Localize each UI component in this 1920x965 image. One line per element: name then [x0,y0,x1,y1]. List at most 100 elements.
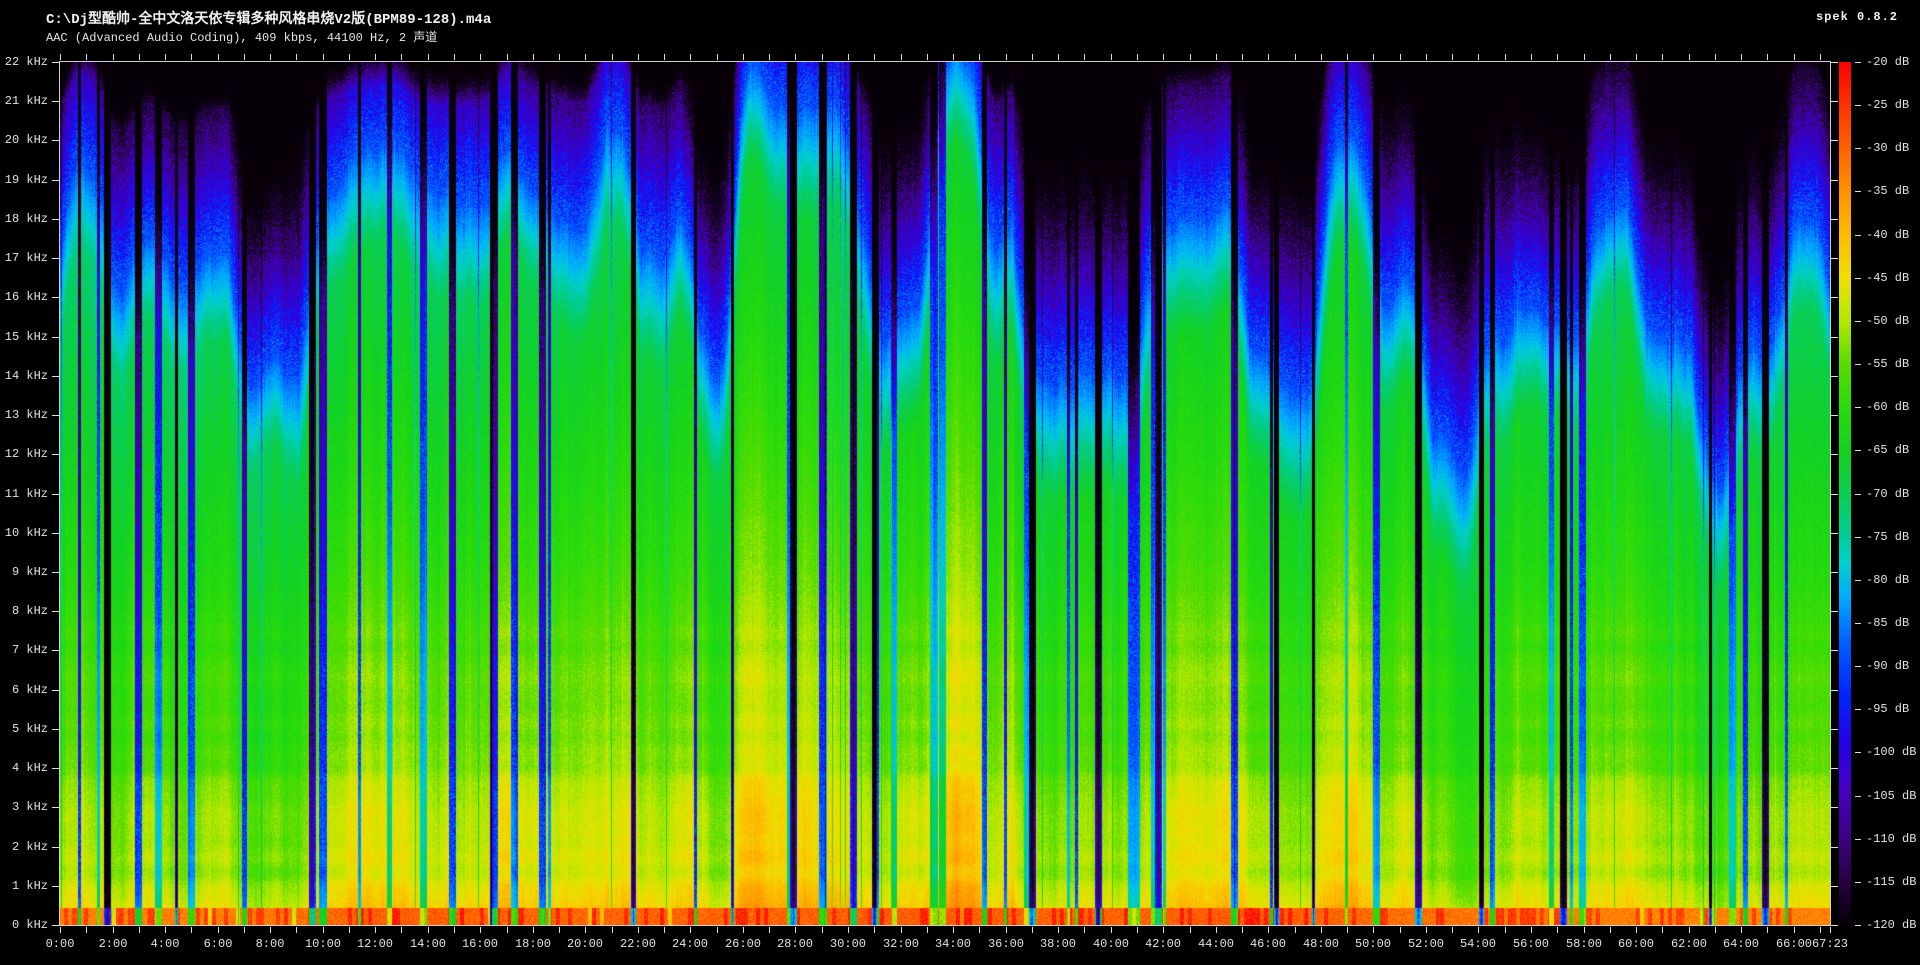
x-axis-label: 18:00 [507,937,559,951]
x-tick-mark-top [769,54,770,60]
x-tick-mark-top [1426,54,1427,60]
x-tick-mark [454,927,455,933]
x-tick-mark-top [86,54,87,60]
db-tick-mark [1855,623,1861,624]
y-tick-mark [52,847,59,848]
x-tick-mark [60,927,61,933]
x-tick-mark-top [927,54,928,60]
y-axis-label: 4 kHz [0,761,48,775]
db-scale-label: -115 dB [1866,875,1916,889]
x-tick-mark [769,927,770,933]
x-tick-mark-top [1794,54,1795,60]
y-tick-mark [52,219,59,220]
db-tick-mark [1855,796,1861,797]
y-axis-label: 11 kHz [0,487,48,501]
x-tick-mark [1452,927,1453,933]
x-tick-mark-top [1584,54,1585,60]
y-tick-mark [52,768,59,769]
y-tick-mark [52,729,59,730]
x-tick-mark-top [559,54,560,60]
db-scale-label: -35 dB [1866,184,1909,198]
x-tick-mark [1347,927,1348,933]
x-axis-label: 42:00 [1137,937,1189,951]
x-tick-mark [874,927,875,933]
x-tick-mark-top [690,54,691,60]
y-axis-label: 12 kHz [0,447,48,461]
db-tick-mark [1855,407,1861,408]
y-tick-mark [52,650,59,651]
x-tick-mark-top [1268,54,1269,60]
x-tick-mark [1295,927,1296,933]
db-scale-label: -70 dB [1866,487,1909,501]
x-tick-mark-top [507,54,508,60]
x-tick-mark [717,927,718,933]
db-scale-label: -60 dB [1866,400,1909,414]
x-tick-mark-top [822,54,823,60]
x-tick-mark [1137,927,1138,933]
x-tick-mark [1190,927,1191,933]
x-axis-label: 14:00 [402,937,454,951]
y-tick-mark [52,494,59,495]
x-axis-label: 32:00 [875,937,927,951]
x-tick-mark [1478,927,1479,933]
x-tick-mark-top [1058,54,1059,60]
x-tick-mark-top [901,54,902,60]
x-axis-label: 50:00 [1347,937,1399,951]
x-tick-mark [218,927,219,933]
x-tick-mark-top [717,54,718,60]
db-scale-label: -75 dB [1866,530,1909,544]
db-scale-label: -50 dB [1866,314,1909,328]
x-tick-mark-top [296,54,297,60]
db-scale-label: -90 dB [1866,659,1909,673]
db-scale-label: -65 dB [1866,443,1909,457]
y-axis-label: 7 kHz [0,643,48,657]
y-axis-label: 2 kHz [0,840,48,854]
y-axis-label: 5 kHz [0,722,48,736]
x-tick-mark-top [1347,54,1348,60]
y-axis-label: 9 kHz [0,565,48,579]
x-tick-mark-top [585,54,586,60]
y-tick-mark-right [1831,219,1838,220]
db-tick-mark [1855,709,1861,710]
x-tick-mark [428,927,429,933]
y-axis-label: 17 kHz [0,251,48,265]
y-axis-label: 21 kHz [0,94,48,108]
x-tick-mark-top [1006,54,1007,60]
x-tick-mark [401,927,402,933]
x-tick-mark-top [349,54,350,60]
x-tick-mark [1610,927,1611,933]
x-tick-mark [690,927,691,933]
y-tick-mark-right [1831,140,1838,141]
x-axis-label: 4:00 [139,937,191,951]
x-tick-mark-top [1242,54,1243,60]
x-tick-mark [822,927,823,933]
x-axis-label: 12:00 [349,937,401,951]
x-tick-mark [323,927,324,933]
db-scale-label: -95 dB [1866,702,1909,716]
x-axis-label: 8:00 [244,937,296,951]
x-tick-mark [1006,927,1007,933]
x-tick-mark-top [1373,54,1374,60]
x-tick-mark-top [113,54,114,60]
x-tick-mark [1163,927,1164,933]
y-tick-mark [52,297,59,298]
x-axis-label: 20:00 [559,937,611,951]
y-tick-mark [52,572,59,573]
x-tick-mark-top [1557,54,1558,60]
db-scale-label: -45 dB [1866,271,1909,285]
x-tick-mark-top [428,54,429,60]
x-tick-mark-top [244,54,245,60]
x-axis-label: 40:00 [1085,937,1137,951]
y-tick-mark [52,415,59,416]
y-tick-mark-right [1831,454,1838,455]
db-tick-mark [1855,148,1861,149]
y-tick-mark-right [1831,611,1838,612]
x-axis-label: 62:00 [1663,937,1715,951]
x-tick-mark [507,927,508,933]
x-tick-mark-top [1531,54,1532,60]
x-axis-label: 46:00 [1242,937,1294,951]
y-tick-mark-right [1831,650,1838,651]
db-tick-mark [1855,666,1861,667]
x-axis-label: 30:00 [822,937,874,951]
x-tick-mark-top [612,54,613,60]
